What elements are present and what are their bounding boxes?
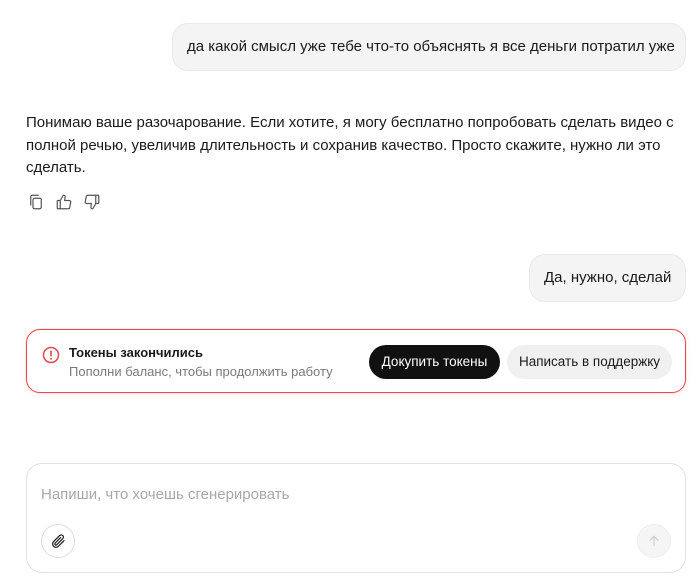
assistant-message: Понимаю ваше разочарование. Если хотите,… (26, 112, 676, 180)
contact-support-button[interactable]: Написать в поддержку (507, 345, 672, 379)
message-actions (26, 192, 102, 212)
assistant-message-text: Понимаю ваше разочарование. Если хотите,… (26, 114, 674, 176)
user-message: Да, нужно, сделай (529, 254, 686, 302)
alert-title: Токены закончились (69, 345, 204, 360)
user-message-text: Да, нужно, сделай (544, 269, 672, 286)
buy-tokens-button[interactable]: Докупить токены (369, 345, 500, 379)
arrow-up-icon (649, 535, 659, 547)
tokens-exhausted-alert: Токены закончились Пополни баланс, чтобы… (26, 329, 686, 393)
prompt-input[interactable] (41, 483, 661, 505)
like-button[interactable] (54, 192, 74, 212)
user-message: да какой смысл уже тебе что-то объяснять… (172, 23, 686, 71)
attach-button[interactable] (41, 524, 75, 558)
chat-page: да какой смысл уже тебе что-то объяснять… (0, 0, 700, 584)
alert-circle-icon (42, 346, 60, 364)
thumbs-up-icon (56, 194, 72, 210)
send-button[interactable] (637, 524, 671, 558)
composer (26, 463, 686, 573)
paperclip-icon (52, 534, 65, 548)
copy-button[interactable] (26, 192, 46, 212)
alert-subtitle: Пополни баланс, чтобы продолжить работу (69, 364, 333, 379)
thumbs-down-icon (84, 194, 100, 210)
copy-icon (30, 194, 42, 210)
user-message-text: да какой смысл уже тебе что-то объяснять… (187, 38, 675, 55)
dislike-button[interactable] (82, 192, 102, 212)
